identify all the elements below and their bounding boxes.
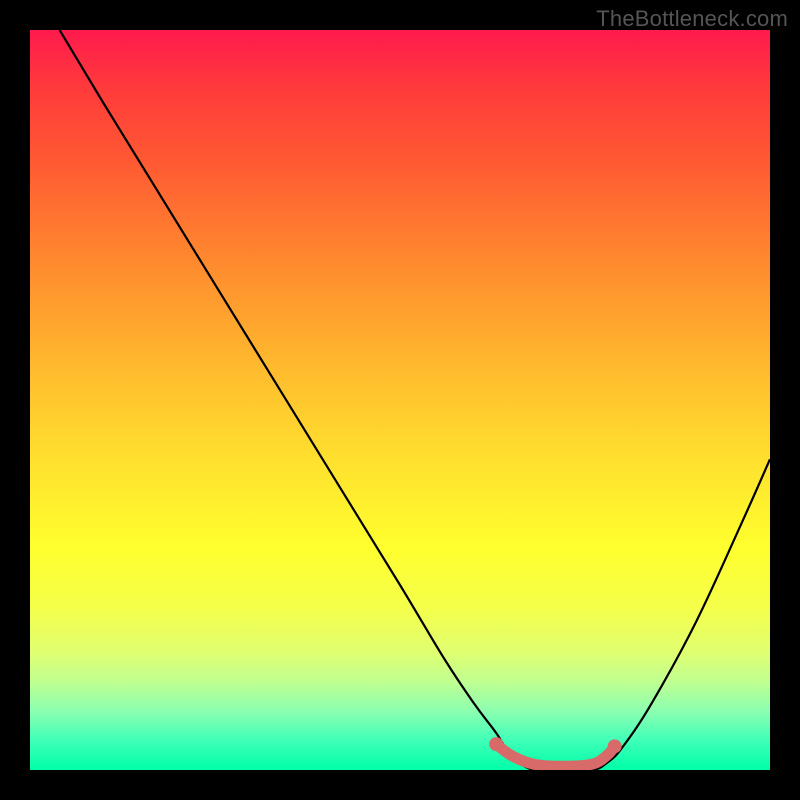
- chart-svg: [30, 30, 770, 770]
- plot-frame: [30, 30, 770, 770]
- bottleneck-curve-line: [60, 30, 770, 770]
- optimal-range-marker-line: [496, 744, 614, 766]
- plot-area: [30, 30, 770, 770]
- watermark-text: TheBottleneck.com: [596, 6, 788, 32]
- optimal-range-marker-right-dot: [608, 739, 622, 753]
- optimal-range-marker-left-dot: [489, 737, 503, 751]
